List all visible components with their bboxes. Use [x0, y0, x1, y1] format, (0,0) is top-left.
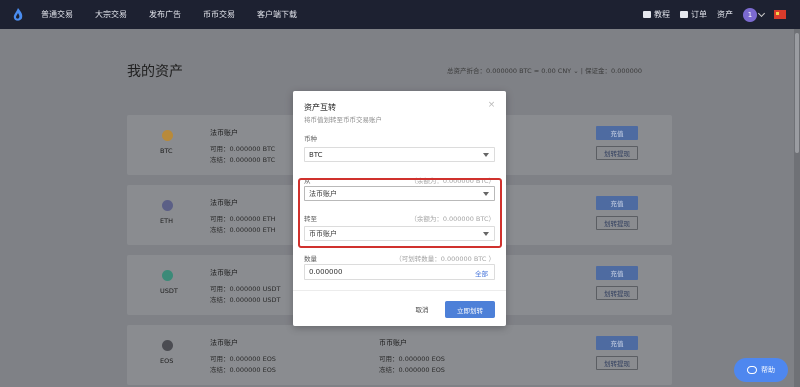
nav-tutorial[interactable]: 教程 — [643, 9, 670, 20]
nav-orders-label: 订单 — [691, 10, 707, 19]
top-nav: 普通交易 大宗交易 发布广告 币币交易 客户端下载 教程 订单 资产 1 — [0, 0, 800, 29]
chevron-down-icon — [757, 9, 766, 18]
frozen-balance: 冻结：0.000000 EOS — [210, 366, 276, 374]
transfer-withdraw-button[interactable]: 划转提现 — [596, 286, 638, 300]
nav-right: 教程 订单 资产 1 — [643, 0, 800, 29]
coin-name: BTC — [160, 147, 173, 155]
help-button[interactable]: 帮助 — [734, 358, 788, 382]
currency-label: 币种 — [304, 135, 317, 143]
frozen-balance: 冻结：0.000000 USDT — [210, 296, 281, 304]
chevron-down-icon — [483, 153, 489, 157]
eth-coin-icon — [162, 200, 173, 211]
list-icon — [680, 11, 688, 18]
transfer-withdraw-button[interactable]: 划转提现 — [596, 216, 638, 230]
nav-tutorial-label: 教程 — [654, 10, 670, 19]
account-title: 法币账户 — [210, 129, 238, 137]
transfer-now-button[interactable]: 立即划转 — [445, 301, 495, 318]
available-balance: 可用：0.000000 BTC — [210, 145, 276, 153]
coin-frozen-balance: 冻结：0.000000 EOS — [379, 366, 445, 374]
deposit-button[interactable]: 充值 — [596, 196, 638, 210]
currency-value: BTC — [309, 150, 323, 159]
highlight-box — [298, 178, 502, 248]
nav-orders[interactable]: 订单 — [680, 9, 707, 20]
nav-item-coin-trade[interactable]: 币币交易 — [203, 9, 235, 20]
account-title: 法币账户 — [210, 199, 238, 207]
coin-name: USDT — [160, 287, 178, 295]
deposit-button[interactable]: 充值 — [596, 266, 638, 280]
play-icon — [643, 11, 651, 18]
nav-item-post-ad[interactable]: 发布广告 — [149, 9, 181, 20]
transfer-withdraw-button[interactable]: 划转提现 — [596, 146, 638, 160]
usdt-coin-icon — [162, 270, 173, 281]
language-flag-icon[interactable] — [774, 10, 786, 19]
modal-subtitle: 将币值划转至币币交易账户 — [304, 116, 382, 124]
eos-coin-icon — [162, 340, 173, 351]
amount-label: 数量 — [304, 255, 317, 263]
all-button[interactable]: 全部 — [475, 268, 488, 278]
nav-item-block-trade[interactable]: 大宗交易 — [95, 9, 127, 20]
nav-item-normal-trade[interactable]: 普通交易 — [41, 9, 73, 20]
nav-item-client-download[interactable]: 客户端下载 — [257, 9, 297, 20]
avatar: 1 — [743, 7, 757, 22]
amount-value: 0.000000 — [309, 268, 343, 276]
frozen-balance: 冻结：0.000000 ETH — [210, 226, 276, 234]
account-title: 法币账户 — [210, 269, 238, 277]
deposit-button[interactable]: 充值 — [596, 336, 638, 350]
asset-card-eos: EOS 法币账户 可用：0.000000 EOS 冻结：0.000000 EOS… — [127, 325, 672, 385]
available-balance: 可用：0.000000 ETH — [210, 215, 276, 223]
coin-name: ETH — [160, 217, 173, 225]
help-label: 帮助 — [761, 366, 775, 374]
scrollbar-thumb[interactable] — [795, 33, 799, 153]
close-icon[interactable]: × — [487, 101, 496, 110]
amount-input[interactable]: 0.000000 全部 — [304, 264, 495, 280]
currency-select[interactable]: BTC — [304, 147, 495, 162]
coin-name: EOS — [160, 357, 174, 365]
nav-assets[interactable]: 资产 — [717, 9, 733, 20]
available-balance: 可用：0.000000 USDT — [210, 285, 281, 293]
btc-coin-icon — [162, 130, 173, 141]
logo-icon[interactable] — [12, 7, 23, 22]
modal-divider — [293, 290, 506, 291]
chat-icon — [747, 366, 757, 374]
available-balance: 可用：0.000000 EOS — [210, 355, 276, 363]
modal-title: 资产互转 — [304, 103, 336, 112]
transfer-withdraw-button[interactable]: 划转提现 — [596, 356, 638, 370]
coin-account-title: 币币账户 — [379, 339, 407, 347]
transferable-amount-hint: （可划转数量：0.000000 BTC ） — [395, 255, 495, 263]
coin-available-balance: 可用：0.000000 EOS — [379, 355, 445, 363]
total-assets-summary: 总资产折合：0.000000 BTC ≈ 0.00 CNY ⌄ | 保证金：0.… — [447, 67, 643, 75]
frozen-balance: 冻结：0.000000 BTC — [210, 156, 276, 164]
page-title: 我的资产 — [127, 64, 183, 80]
account-title: 法币账户 — [210, 339, 238, 347]
cancel-button[interactable]: 取消 — [408, 301, 436, 317]
deposit-button[interactable]: 充值 — [596, 126, 638, 140]
user-menu[interactable]: 1 — [743, 7, 766, 22]
